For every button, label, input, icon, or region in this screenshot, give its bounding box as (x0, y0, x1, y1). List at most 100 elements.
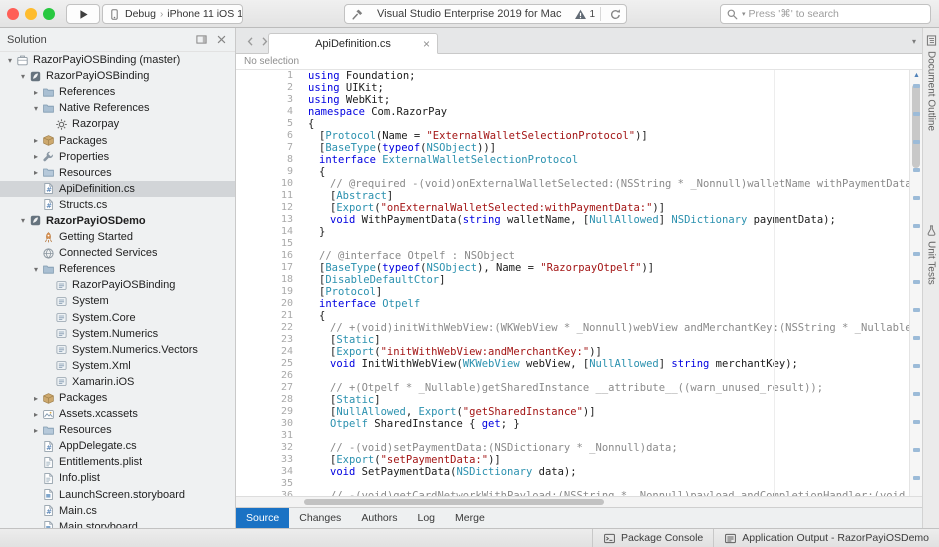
updates-button[interactable] (606, 8, 624, 21)
code-lines[interactable]: using Foundation; using UIKit; using WebKi… (308, 70, 909, 496)
tree-item-native-references[interactable]: ▾ Native References (0, 100, 235, 116)
line-number[interactable]: 14 (236, 226, 293, 238)
line-number[interactable]: 35 (236, 478, 293, 490)
tree-item-system-numerics-vectors[interactable]: System.Numerics.Vectors (0, 342, 235, 358)
tree-item-getting-started[interactable]: Getting Started (0, 229, 235, 245)
tree-item-razorpayiosdemo[interactable]: ▾ RazorPayiOSDemo (0, 213, 235, 229)
code-line[interactable]: // @interface Otpelf : NSObject (308, 250, 909, 262)
code-line[interactable]: [DisableDefaultCtor] (308, 274, 909, 286)
line-number[interactable]: 10 (236, 178, 293, 190)
code-line[interactable]: namespace Com.RazorPay (308, 106, 909, 118)
run-button[interactable] (66, 4, 100, 24)
line-number[interactable]: 15 (236, 238, 293, 250)
tree-item-packages[interactable]: ▸ Packages (0, 390, 235, 406)
collapse-icon[interactable]: ▾ (17, 216, 29, 225)
code-line[interactable]: // @required -(void)onExternalWalletSele… (308, 178, 909, 190)
code-line[interactable]: [NullAllowed, Export("getSharedInstance"… (308, 406, 909, 418)
code-line[interactable]: [Abstract] (308, 190, 909, 202)
code-line[interactable]: [Protocol] (308, 286, 909, 298)
line-number[interactable]: 21 (236, 310, 293, 322)
code-line[interactable]: using WebKit; (308, 94, 909, 106)
rail-item-unit-tests[interactable]: Unit Tests (923, 224, 939, 285)
expand-icon[interactable]: ▸ (30, 136, 42, 145)
code-line[interactable]: interface Otpelf (308, 298, 909, 310)
window-close-button[interactable] (7, 8, 19, 20)
code-line[interactable]: [Export("initWithWebView:andMerchantKey:… (308, 346, 909, 358)
line-number[interactable]: 24 (236, 346, 293, 358)
code-line[interactable]: [Export("setPaymentData:")] (308, 454, 909, 466)
tree-item-main-cs[interactable]: # Main.cs (0, 503, 235, 519)
line-number[interactable]: 2 (236, 82, 293, 94)
line-number[interactable]: 19 (236, 286, 293, 298)
code-line[interactable]: [BaseType(typeof(NSObject))] (308, 142, 909, 154)
collapse-icon[interactable]: ▾ (30, 104, 42, 113)
code-line[interactable]: void InitWithWebView(WKWebView webView, … (308, 358, 909, 370)
line-number-gutter[interactable]: 1 2 3 4 5 6 7 8 9 10 11 12 13 14 15 16 17 18 19 20 21 22 23 24 2… (236, 70, 300, 496)
tree-item-info-plist[interactable]: Info.plist (0, 470, 235, 486)
line-number[interactable]: 26 (236, 370, 293, 382)
code-line[interactable]: { (308, 166, 909, 178)
line-number[interactable]: 12 (236, 202, 293, 214)
code-line[interactable]: // +(void)initWithWebView:(WKWebView * _… (308, 322, 909, 334)
tree-item-packages[interactable]: ▸ Packages (0, 132, 235, 148)
expand-icon[interactable]: ▸ (30, 426, 42, 435)
code-line[interactable]: { (308, 310, 909, 322)
rail-item-document-outline[interactable]: Document Outline (923, 34, 939, 131)
tree-item-connected-services[interactable]: Connected Services (0, 245, 235, 261)
line-number[interactable]: 9 (236, 166, 293, 178)
code-line[interactable]: Otpelf SharedInstance { get; } (308, 418, 909, 430)
tree-item-razorpayiosbinding[interactable]: ▾ RazorPayiOSBinding (0, 68, 235, 84)
code-line[interactable]: interface ExternalWalletSelectionProtoco… (308, 154, 909, 166)
line-number[interactable]: 17 (236, 262, 293, 274)
line-number[interactable]: 1 (236, 70, 293, 82)
tree-item-razorpayiosbinding[interactable]: RazorPayiOSBinding (0, 277, 235, 293)
tree-item-properties[interactable]: ▸ Properties (0, 149, 235, 165)
code-line[interactable] (308, 430, 909, 442)
vertical-scrollbar[interactable]: ▲ (909, 70, 922, 496)
line-number[interactable]: 3 (236, 94, 293, 106)
code-line[interactable]: // -(void)setPaymentData:(NSDictionary *… (308, 442, 909, 454)
line-number[interactable]: 31 (236, 430, 293, 442)
tab-apidefinition[interactable]: ApiDefinition.cs × (268, 33, 438, 54)
tree-item-structs-cs[interactable]: # Structs.cs (0, 197, 235, 213)
tree-item-appdelegate-cs[interactable]: # AppDelegate.cs (0, 438, 235, 454)
line-number[interactable]: 22 (236, 322, 293, 334)
line-number[interactable]: 30 (236, 418, 293, 430)
code-line[interactable]: } (308, 226, 909, 238)
subtab-changes[interactable]: Changes (289, 508, 351, 528)
search-scope-caret-icon[interactable]: ▾ (742, 10, 746, 18)
line-number[interactable]: 32 (236, 442, 293, 454)
window-zoom-button[interactable] (43, 8, 55, 20)
tree-item-resources[interactable]: ▸ Resources (0, 165, 235, 181)
code-line[interactable]: [Static] (308, 334, 909, 346)
line-number[interactable]: 34 (236, 466, 293, 478)
run-configuration-selector[interactable]: Debug › iPhone 11 iOS 13.3 (102, 4, 243, 24)
code-line[interactable]: [Protocol(Name = "ExternalWalletSelectio… (308, 130, 909, 142)
horizontal-scrollbar[interactable] (236, 496, 922, 507)
code-line[interactable]: [Export("onExternalWalletSelected:withPa… (308, 202, 909, 214)
expand-icon[interactable]: ▸ (30, 152, 42, 161)
line-number[interactable]: 7 (236, 142, 293, 154)
line-number[interactable]: 4 (236, 106, 293, 118)
close-panel-icon[interactable] (215, 33, 228, 46)
expand-icon[interactable]: ▸ (30, 394, 42, 403)
vertical-scrollbar-thumb[interactable] (912, 84, 920, 168)
tree-item-launchscreen-storyboard[interactable]: LaunchScreen.storyboard (0, 487, 235, 503)
tree-item-references[interactable]: ▾ References (0, 261, 235, 277)
line-number[interactable]: 5 (236, 118, 293, 130)
tree-item-assets-xcassets[interactable]: ▸ Assets.xcassets (0, 406, 235, 422)
line-number[interactable]: 18 (236, 274, 293, 286)
code-line[interactable]: [BaseType(typeof(NSObject), Name = "Razo… (308, 262, 909, 274)
window-minimize-button[interactable] (25, 8, 37, 20)
subtab-authors[interactable]: Authors (351, 508, 407, 528)
scroll-up-icon[interactable]: ▲ (913, 72, 920, 79)
tree-item-main-storyboard[interactable]: Main.storyboard (0, 519, 235, 528)
navigate-back-icon[interactable] (244, 35, 257, 48)
subtab-merge[interactable]: Merge (445, 508, 495, 528)
tree-item-system-xml[interactable]: System.Xml (0, 358, 235, 374)
line-number[interactable]: 28 (236, 394, 293, 406)
code-line[interactable]: using Foundation; (308, 70, 909, 82)
build-status-area[interactable]: Visual Studio Enterprise 2019 for Mac 1 (344, 4, 627, 24)
tab-close-icon[interactable]: × (423, 37, 430, 51)
warnings-button[interactable]: 1 (574, 8, 595, 21)
